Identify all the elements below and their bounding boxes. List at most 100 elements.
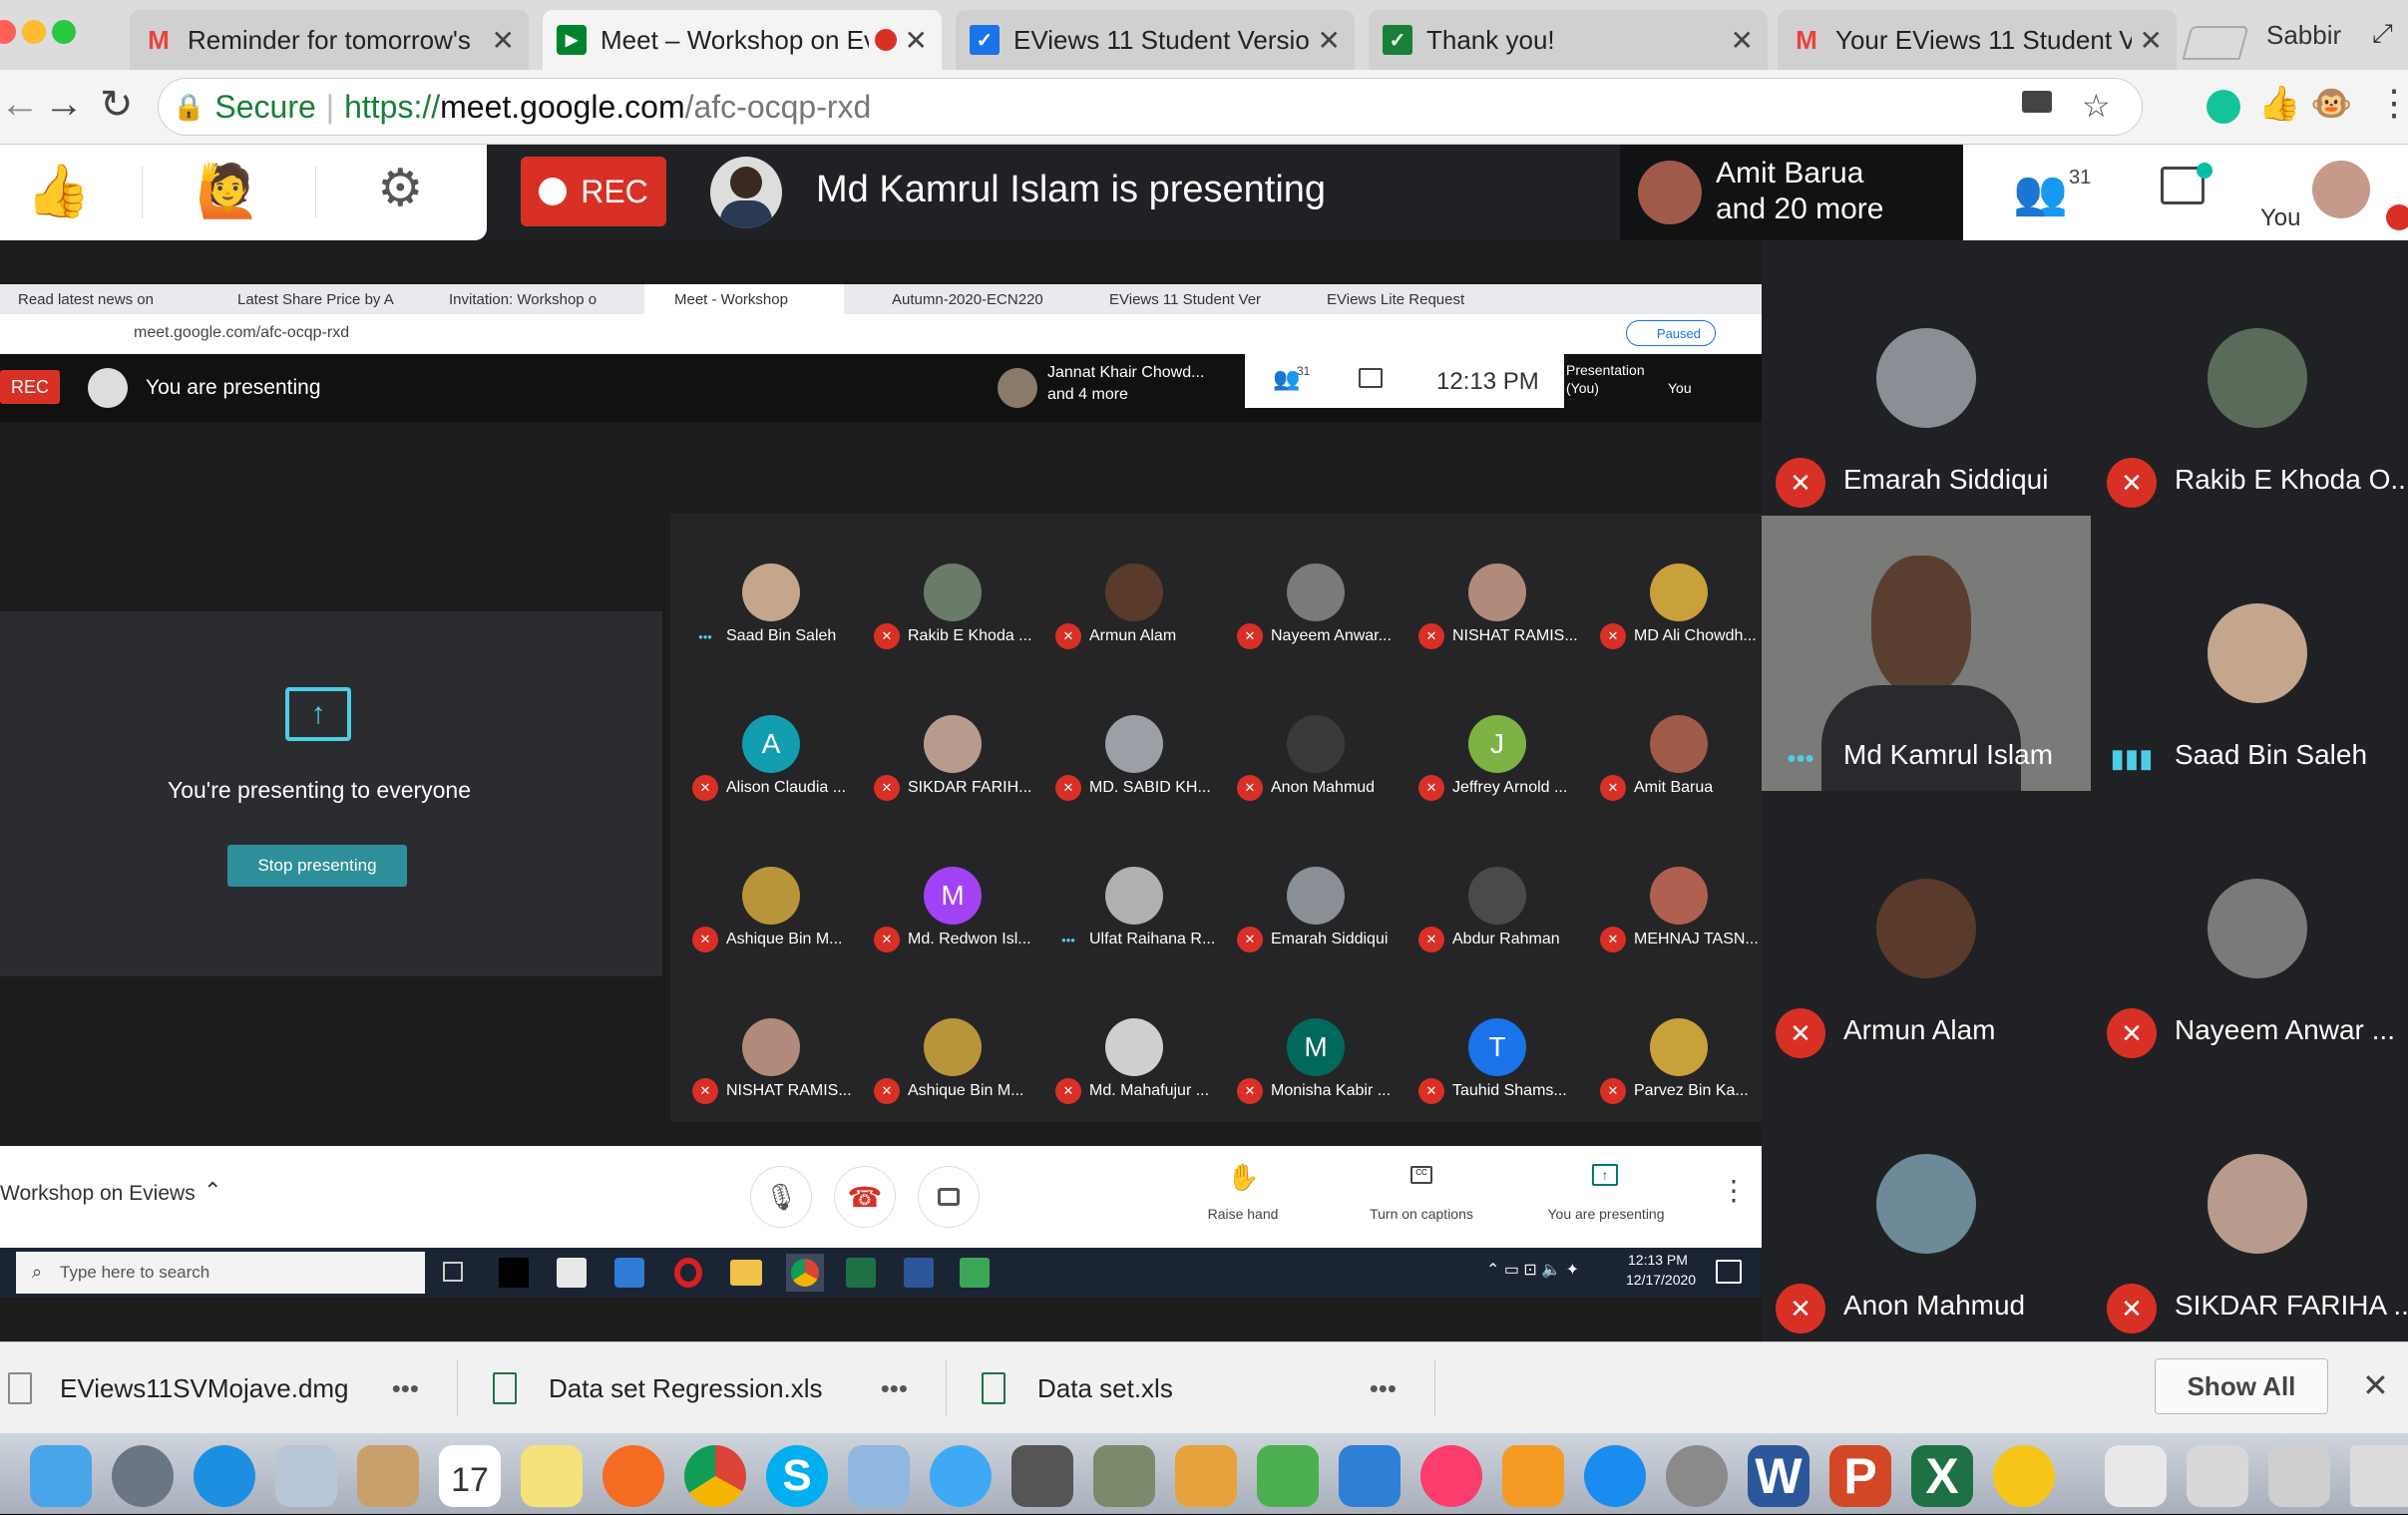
download-item[interactable]: EViews11SVMojave.dmg ••• [0,1342,455,1434]
close-window-button[interactable] [0,20,16,44]
notes-icon[interactable] [521,1445,583,1507]
raise-hand-icon[interactable]: ✋ [1227,1162,1259,1193]
excel-icon[interactable] [846,1258,876,1288]
grid-participant-tile[interactable]: ••• Ulfat Raihana R... [1043,847,1225,996]
skype-icon[interactable]: S [766,1445,828,1507]
mail-icon[interactable] [614,1258,644,1288]
tray-icons[interactable]: ⌃ ▭ ⊡ 🔈 ✦ [1486,1260,1579,1280]
sidebar-participant-tile[interactable]: ✕ SIKDAR FARIHA ... [2093,1066,2408,1341]
you-are-presenting-label[interactable]: You are presenting [1526,1206,1686,1222]
launchpad-icon[interactable] [112,1445,174,1507]
browser-tab-reminder[interactable]: M Reminder for tomorrow's ✕ [130,10,529,70]
zoom-window-button[interactable] [52,20,76,44]
inner-chat-icon[interactable] [1359,368,1383,388]
browser-tab-meet[interactable]: ▶ Meet – Workshop on Ev ✕ [543,10,942,70]
close-tab-icon[interactable]: ✕ [905,24,928,57]
store-icon[interactable] [557,1258,587,1288]
grid-participant-tile[interactable]: ✕ Amit Barua [1588,695,1770,845]
fullscreen-icon[interactable]: ⤢ [2372,18,2393,50]
powerpoint-dock-icon[interactable]: P [1829,1445,1891,1507]
captions-icon[interactable]: CC [1410,1166,1432,1184]
safari-icon[interactable] [194,1445,255,1507]
camera-icon[interactable] [2022,91,2052,113]
grid-participant-tile[interactable]: T ✕ Tauhid Shams... [1406,998,1588,1148]
browser-tab-thank-you[interactable]: ✓ Thank you! ✕ [1369,10,1768,70]
grid-participant-tile[interactable]: ✕ MD. SABID KH... [1043,695,1225,845]
grid-participant-tile[interactable]: ✕ Md. Mahafujur ... [1043,998,1225,1148]
new-tab-button[interactable] [2182,26,2249,60]
grid-participant-tile[interactable]: ✕ Abdur Rahman [1406,847,1588,996]
sidebar-participant-tile[interactable]: ✕ Nayeem Anwar ... [2093,791,2408,1066]
gear-icon[interactable]: ⚙ [377,159,424,218]
grid-participant-tile[interactable]: ••• Saad Bin Saleh [680,544,862,693]
notifications-icon[interactable] [1716,1260,1742,1284]
inner-tab-active[interactable]: Meet - Workshop [644,284,844,314]
people-icon[interactable]: 👥 [2013,167,2068,218]
grid-participant-tile[interactable]: ✕ Parvez Bin Ka... [1588,998,1770,1148]
sidebar-participant-tile[interactable]: ▮▮▮ Saad Bin Saleh [2093,516,2408,791]
grid-participant-tile[interactable]: ✕ Ashique Bin M... [862,998,1043,1148]
task-view-icon[interactable] [443,1262,463,1282]
finder-icon[interactable] [30,1445,92,1507]
more-icon[interactable]: ••• [392,1373,419,1404]
screenshots-stack-icon[interactable] [2268,1445,2330,1507]
monkey-extension-icon[interactable]: 🐵 [2310,84,2352,124]
other-participants-chip[interactable]: Amit Barua and 20 more [1620,145,1963,240]
opera-icon[interactable] [674,1258,702,1288]
person-icon[interactable]: 🙋 [196,161,260,221]
inner-profile-paused[interactable]: Paused [1626,320,1716,346]
eviews-taskbar-icon[interactable] [960,1258,990,1288]
grid-participant-tile[interactable]: ✕ Ashique Bin M... [680,847,862,996]
preview-icon[interactable] [848,1445,910,1507]
grid-participant-tile[interactable]: J ✕ Jeffrey Arnold ... [1406,695,1588,845]
close-tab-icon[interactable]: ✕ [1318,24,1341,57]
inner-url[interactable]: meet.google.com/afc-ocqp-rxd [134,324,349,342]
browser-tab-eviews-email[interactable]: M Your EViews 11 Student V ✕ [1778,10,2177,70]
self-avatar[interactable] [2312,161,2370,218]
firefox-icon[interactable] [602,1445,664,1507]
grid-participant-tile[interactable]: ✕ NISHAT RAMIS... [680,998,862,1148]
more-icon[interactable]: ••• [881,1373,908,1404]
grid-participant-tile[interactable]: ✕ Emarah Siddiqui [1225,847,1406,996]
sidebar-participant-tile[interactable]: ✕ Emarah Siddiqui [1762,240,2091,516]
downloads-stack-icon[interactable] [2187,1445,2248,1507]
inner-tab[interactable]: Autumn-2020-ECN220 [864,284,1063,314]
inner-tab[interactable]: Invitation: Workshop o [429,284,628,314]
calendar-icon[interactable]: 17 [439,1445,501,1507]
sidebar-participant-tile[interactable]: ✕ Rakib E Khoda O... [2093,240,2408,516]
stop-presenting-button[interactable]: Stop presenting [227,845,407,887]
meeting-name[interactable]: Workshop on Eviews [0,1182,196,1206]
mic-button[interactable]: 🎙 [750,1166,812,1228]
hangup-button[interactable]: ☎ [834,1166,896,1228]
mail-dock-icon[interactable] [275,1445,337,1507]
facetime-icon[interactable] [1011,1445,1073,1507]
grid-participant-tile[interactable]: A ✕ Alison Claudia ... [680,695,862,845]
chrome-taskbar-icon[interactable] [786,1254,824,1292]
photo-booth-icon[interactable] [1093,1445,1155,1507]
contacts-icon[interactable] [357,1445,419,1507]
present-icon[interactable]: ↑ [1592,1164,1618,1186]
url-input[interactable]: 🔒 Secure | https:// meet.google.com /afc… [158,78,2143,136]
back-icon[interactable]: ← [0,82,40,127]
inner-tab[interactable]: EViews Lite Request [1301,284,1500,314]
forward-icon[interactable]: → [44,82,84,127]
trash-icon[interactable] [2350,1445,2408,1507]
itunes-icon[interactable] [1420,1445,1482,1507]
chrome-dock-icon[interactable] [684,1445,746,1507]
star-icon[interactable]: ☆ [2082,87,2111,125]
messages-icon[interactable] [930,1445,992,1507]
raise-hand-label[interactable]: Raise hand [1193,1206,1293,1222]
browser-tab-eviews-student[interactable]: ✓ EViews 11 Student Versior ✕ [956,10,1355,70]
inner-tab[interactable]: Read latest news on [0,284,190,314]
chevron-up-icon[interactable]: ⌃ [203,1178,221,1204]
grammarly-icon[interactable] [2207,90,2240,124]
sidebar-participant-tile[interactable]: ✕ Anon Mahmud [1762,1066,2091,1341]
ibooks-icon[interactable] [1502,1445,1564,1507]
close-tab-icon[interactable]: ✕ [2140,24,2163,57]
sidebar-participant-tile[interactable]: ••• Md Kamrul Islam [1762,516,2091,791]
numbers-icon[interactable] [1257,1445,1319,1507]
pages-icon[interactable] [1175,1445,1237,1507]
menu-icon[interactable]: ⋮ [2376,82,2408,124]
download-item[interactable]: Data set Regression.xls ••• [489,1342,944,1434]
grid-participant-tile[interactable]: ✕ NISHAT RAMIS... [1406,544,1588,693]
